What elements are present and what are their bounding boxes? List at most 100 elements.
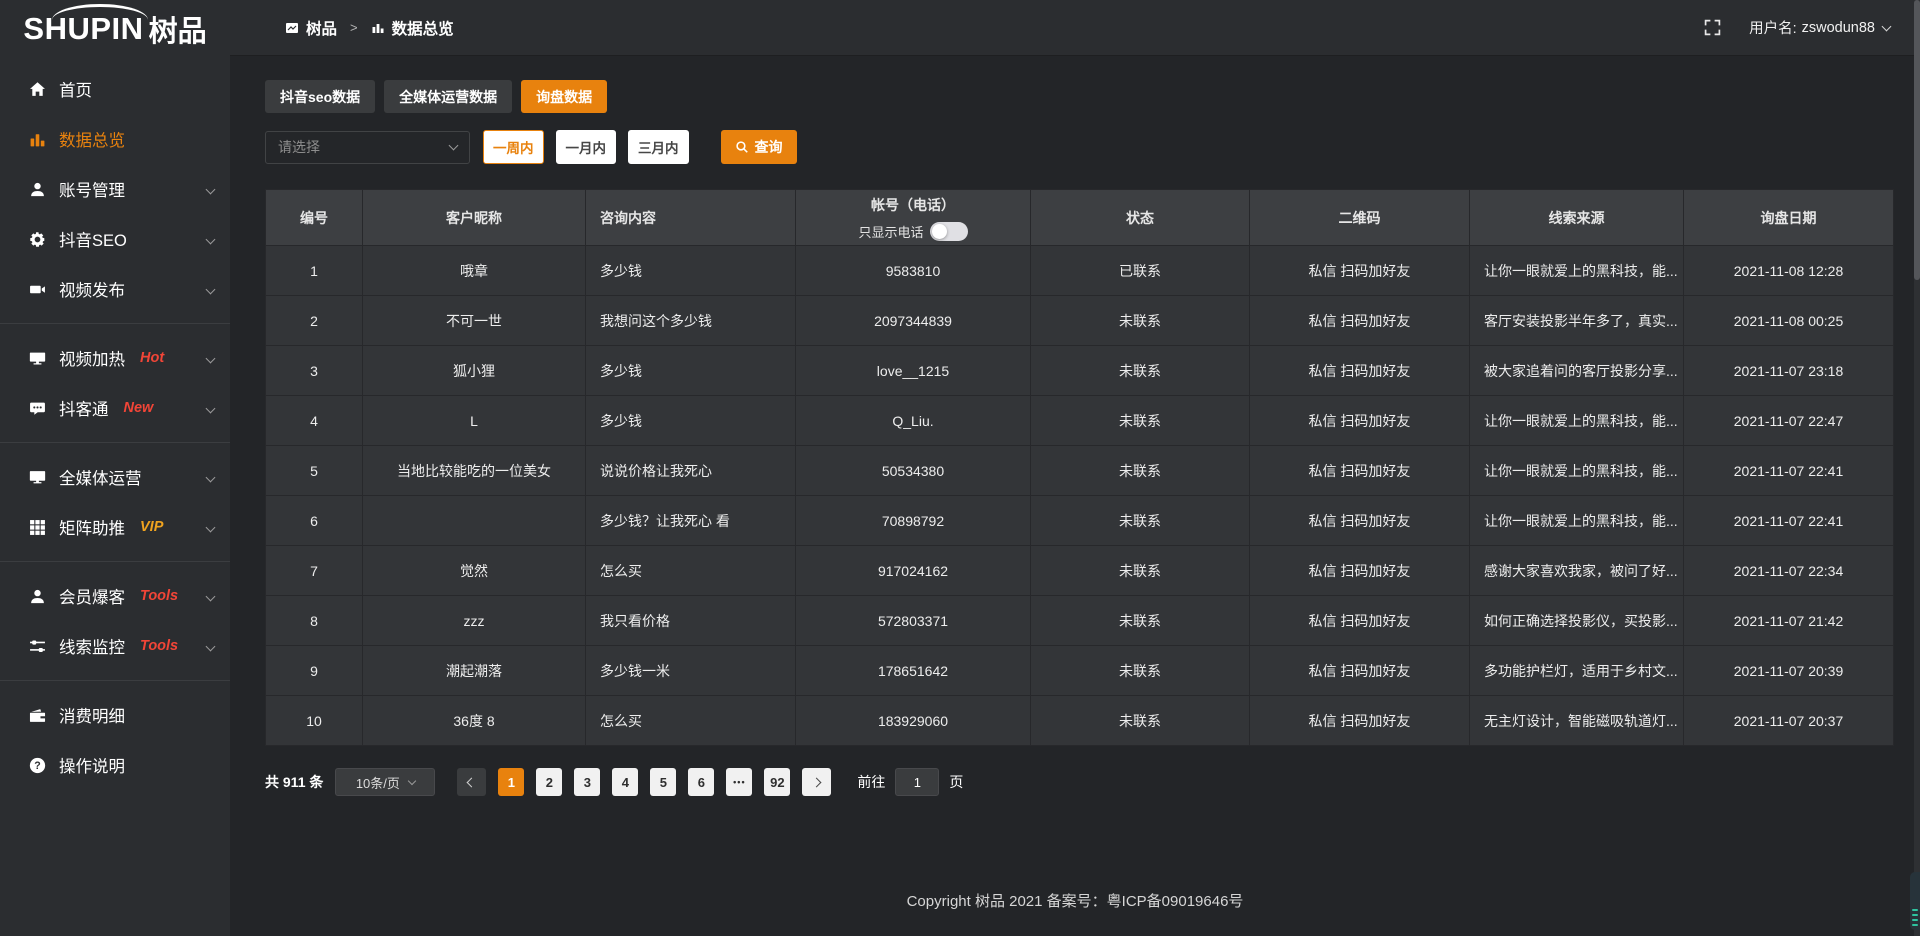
filter-select[interactable]: 请选择 <box>265 131 470 164</box>
table-body: 1哦章多少钱9583810已联系私信 扫码加好友让你一眼就爱上的黑科技，能...… <box>266 246 1894 746</box>
filter-bar: 请选择 一周内一月内三月内 查询 <box>265 130 1920 164</box>
page-button-92[interactable]: 92 <box>764 768 790 796</box>
sidebar-item-consume-detail[interactable]: 消费明细 <box>0 690 230 740</box>
qrcode-link[interactable]: 私信 扫码加好友 <box>1250 546 1470 596</box>
phone-only-toggle[interactable] <box>930 222 968 241</box>
sidebar-divider <box>0 680 230 681</box>
sidebar-item-data-overview[interactable]: 数据总览 <box>0 114 230 164</box>
account-number: 183929060 <box>796 696 1031 746</box>
page-button-6[interactable]: 6 <box>688 768 714 796</box>
period-button[interactable]: 三月内 <box>628 130 689 164</box>
search-button[interactable]: 查询 <box>721 130 797 164</box>
user-menu[interactable]: 用户名: zswodun88 <box>1749 17 1890 38</box>
chat-icon <box>28 399 46 417</box>
sidebar-item-matrix-boost[interactable]: 矩阵助推VIP <box>0 502 230 552</box>
sidebar: SHUPIN 树品 首页数据总览账号管理抖音SEO视频发布视频加热Hot抖客通N… <box>0 0 230 936</box>
qrcode-link[interactable]: 私信 扫码加好友 <box>1250 696 1470 746</box>
chevron-down-icon <box>1882 21 1892 31</box>
fullscreen-icon[interactable] <box>1704 19 1721 36</box>
page-ellipsis-button[interactable]: ••• <box>726 768 752 796</box>
scrollbar-thumb[interactable] <box>1914 0 1920 280</box>
qrcode-link[interactable]: 私信 扫码加好友 <box>1250 246 1470 296</box>
row-index: 7 <box>266 546 363 596</box>
sidebar-item-video-heat[interactable]: 视频加热Hot <box>0 333 230 383</box>
table-header: 编号客户昵称咨询内容帐号（电话）只显示电话状态二维码线索来源询盘日期 <box>266 190 1894 246</box>
sidebar-item-media-operation[interactable]: 全媒体运营 <box>0 452 230 502</box>
page-button-4[interactable]: 4 <box>612 768 638 796</box>
status-text: 未联系 <box>1031 646 1250 696</box>
scrollbar-track[interactable] <box>1914 0 1920 936</box>
sidebar-item-label: 账号管理 <box>59 177 125 201</box>
customer-nickname: 哦章 <box>363 246 586 296</box>
chevron-down-icon <box>408 776 416 784</box>
pagination: 共 911 条 10条/页 123456•••92 前往 页 <box>265 768 1920 796</box>
inquiry-date: 2021-11-07 21:42 <box>1684 596 1894 646</box>
goto-page-input[interactable] <box>895 768 939 796</box>
chevron-left-icon <box>467 777 477 787</box>
sidebar-divider <box>0 561 230 562</box>
source-link[interactable]: 让你一眼就爱上的黑科技，能... <box>1470 446 1684 496</box>
breadcrumb: 树品 > 数据总览 <box>285 17 454 39</box>
tab-inquiry-data[interactable]: 询盘数据 <box>521 80 607 113</box>
qrcode-link[interactable]: 私信 扫码加好友 <box>1250 346 1470 396</box>
inquiry-date: 2021-11-07 22:41 <box>1684 446 1894 496</box>
qrcode-link[interactable]: 私信 扫码加好友 <box>1250 596 1470 646</box>
page-buttons: 123456 ••• 92 <box>486 768 790 796</box>
source-link[interactable]: 如何正确选择投影仪，买投影... <box>1470 596 1684 646</box>
sidebar-item-badge: Tools <box>140 638 178 654</box>
qrcode-link[interactable]: 私信 扫码加好友 <box>1250 296 1470 346</box>
source-link[interactable]: 被大家追着问的客厅投影分享... <box>1470 346 1684 396</box>
breadcrumb-item-home[interactable]: 树品 <box>306 17 337 39</box>
page-size-select[interactable]: 10条/页 <box>335 768 435 796</box>
column-header: 二维码 <box>1250 190 1470 246</box>
source-link[interactable]: 让你一眼就爱上的黑科技，能... <box>1470 496 1684 546</box>
customer-nickname: 觉然 <box>363 546 586 596</box>
qrcode-link[interactable]: 私信 扫码加好友 <box>1250 396 1470 446</box>
customer-nickname: zzz <box>363 596 586 646</box>
customer-nickname: 不可一世 <box>363 296 586 346</box>
sidebar-item-help[interactable]: ?操作说明 <box>0 740 230 790</box>
tab-douyin-seo-data[interactable]: 抖音seo数据 <box>265 80 375 113</box>
source-link[interactable]: 无主灯设计，智能磁吸轨道灯... <box>1470 696 1684 746</box>
period-button[interactable]: 一月内 <box>556 130 617 164</box>
search-button-label: 查询 <box>755 137 783 157</box>
monitor-icon <box>28 468 46 486</box>
tab-media-operation-data[interactable]: 全媒体运营数据 <box>384 80 512 113</box>
page-button-5[interactable]: 5 <box>650 768 676 796</box>
page-button-3[interactable]: 3 <box>574 768 600 796</box>
sidebar-item-home[interactable]: 首页 <box>0 64 230 114</box>
column-header: 线索来源 <box>1470 190 1684 246</box>
qrcode-link[interactable]: 私信 扫码加好友 <box>1250 646 1470 696</box>
period-button[interactable]: 一周内 <box>483 130 544 164</box>
inquiry-date: 2021-11-07 23:18 <box>1684 346 1894 396</box>
inquiry-date: 2021-11-07 22:34 <box>1684 546 1894 596</box>
sidebar-item-member-baoke[interactable]: 会员爆客Tools <box>0 571 230 621</box>
filter-select-placeholder: 请选择 <box>278 137 320 157</box>
prev-page-button[interactable] <box>457 768 486 796</box>
sidebar-item-clue-monitor[interactable]: 线索监控Tools <box>0 621 230 671</box>
page-button-2[interactable]: 2 <box>536 768 562 796</box>
qrcode-link[interactable]: 私信 扫码加好友 <box>1250 446 1470 496</box>
row-index: 2 <box>266 296 363 346</box>
sidebar-item-account-manage[interactable]: 账号管理 <box>0 164 230 214</box>
source-link[interactable]: 让你一眼就爱上的黑科技，能... <box>1470 396 1684 446</box>
row-index: 5 <box>266 446 363 496</box>
total-count: 共 911 条 <box>265 772 323 792</box>
goto-label: 前往 <box>857 772 885 792</box>
source-link[interactable]: 让你一眼就爱上的黑科技，能... <box>1470 246 1684 296</box>
source-link[interactable]: 客厅安装投影半年多了，真实... <box>1470 296 1684 346</box>
sidebar-divider <box>0 323 230 324</box>
sidebar-item-video-publish[interactable]: 视频发布 <box>0 264 230 314</box>
customer-nickname <box>363 496 586 546</box>
floating-widget[interactable] <box>1910 872 1920 930</box>
page-button-1[interactable]: 1 <box>498 768 524 796</box>
next-page-button[interactable] <box>802 768 831 796</box>
sidebar-item-douyin-seo[interactable]: 抖音SEO <box>0 214 230 264</box>
source-link[interactable]: 感谢大家喜欢我家，被问了好... <box>1470 546 1684 596</box>
inquiry-date: 2021-11-07 22:47 <box>1684 396 1894 446</box>
sidebar-item-douketong[interactable]: 抖客通New <box>0 383 230 433</box>
source-link[interactable]: 多功能护栏灯，适用于乡村文... <box>1470 646 1684 696</box>
qrcode-link[interactable]: 私信 扫码加好友 <box>1250 496 1470 546</box>
column-header: 客户昵称 <box>363 190 586 246</box>
table-row: 3狐小狸多少钱love__1215未联系私信 扫码加好友被大家追着问的客厅投影分… <box>266 346 1894 396</box>
